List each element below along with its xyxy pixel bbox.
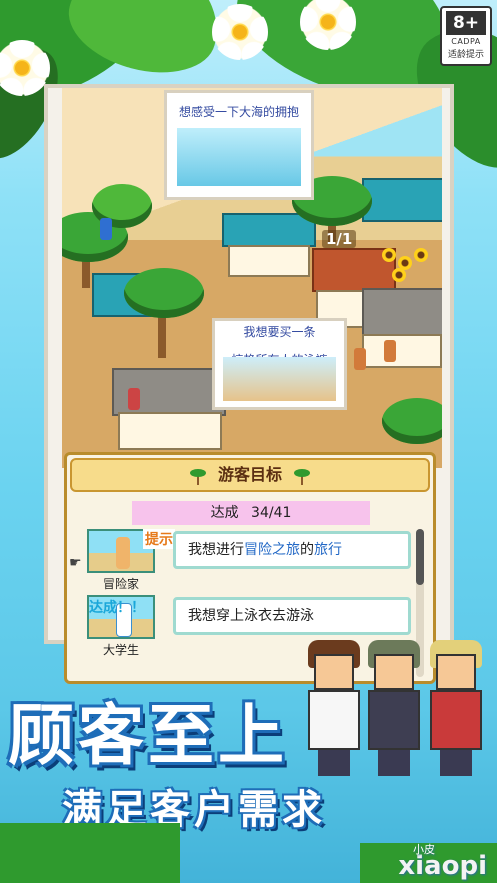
visitor-sprite[interactable] [354, 348, 366, 370]
swimming-scene-icon [177, 128, 301, 186]
sunflower-icon [382, 248, 396, 262]
watermark-small: 小皮 [413, 843, 435, 856]
palm-tree-icon [124, 268, 204, 318]
age-rating-org: CADPA [451, 37, 481, 46]
goal-text-part: 我想进行 [188, 542, 244, 558]
camel-ride-icon [223, 357, 336, 401]
character-body [430, 690, 482, 750]
pointer-hand-icon: ☛ [69, 555, 82, 571]
character-face [374, 654, 414, 690]
store-building[interactable] [118, 412, 222, 450]
visitor-type-label: 冒险家 [102, 577, 139, 591]
panel-title: 游客目标 [217, 465, 282, 484]
goal-text: 我想穿上泳衣去游泳 [173, 597, 411, 635]
character-sprite [364, 640, 424, 780]
goal-item[interactable]: 提示 冒险家 我想进行冒险之旅的旅行 [87, 529, 415, 591]
character-legs [440, 750, 472, 776]
adventurer-sprite [116, 537, 130, 569]
staff-characters [292, 640, 497, 790]
resort-map[interactable]: 想感受一下大海的拥抱 1/1 我想要买一条 惊艳所有人的泳裤 [62, 88, 442, 468]
hint-tag[interactable]: 提示 [143, 529, 175, 549]
character-sprite [304, 640, 364, 780]
shop-building[interactable] [228, 245, 310, 277]
stock-counter: 1/1 [322, 230, 357, 248]
thought-bubble-text: 想感受一下大海的拥抱 [178, 105, 299, 119]
thought-bubble-text-line1: 我想要买一条 [243, 325, 316, 339]
goal-text: 我想进行冒险之旅的旅行 [173, 531, 411, 569]
goal-text-part: 的 [300, 542, 314, 558]
stone-shop-building[interactable] [362, 334, 442, 368]
headline: 顾客至上 [8, 697, 288, 774]
goals-progress: 达成 34/41 [132, 501, 370, 525]
stone-shop-roof [362, 288, 442, 336]
goal-highlight: 冒险之旅 [244, 542, 300, 558]
palm-icon [189, 468, 206, 485]
visitor-sprite[interactable] [100, 218, 112, 240]
visitor-type-label: 大学生 [102, 643, 139, 657]
visitor-sprite[interactable] [128, 388, 140, 410]
watermark-logo: 小皮 xiaopi [398, 843, 487, 881]
visitor-thought-bubble: 我想要买一条 惊艳所有人的泳裤 [212, 318, 347, 410]
progress-value: 34/41 [251, 505, 292, 521]
watermark-main: xiaopi [398, 851, 487, 881]
age-rating-tip: 适龄提示 [447, 50, 484, 60]
sunflower-icon [392, 268, 406, 282]
character-body [308, 690, 360, 750]
visitor-sprite[interactable] [384, 340, 396, 362]
character-face [314, 654, 354, 690]
age-rating-badge: 8+ CADPA 适龄提示 [440, 6, 492, 66]
scrollbar-thumb[interactable] [416, 529, 424, 585]
achieved-tag: 达成！！ [89, 600, 145, 616]
goal-highlight: 旅行 [314, 542, 342, 558]
visitor-thought-bubble: 想感受一下大海的拥抱 [164, 90, 314, 200]
beach-hut-roof [362, 178, 442, 222]
sunflower-icon [414, 248, 428, 262]
character-face [436, 654, 476, 690]
age-rating-number: 8+ [446, 11, 486, 35]
plumeria-flower-icon [212, 4, 268, 60]
panel-header: 游客目标 [70, 458, 430, 492]
character-body [368, 690, 420, 750]
grass-decoration [0, 823, 180, 883]
palm-icon [294, 468, 311, 485]
character-sprite [426, 640, 486, 780]
bush-icon [382, 398, 442, 444]
progress-label: 达成 [210, 505, 239, 521]
character-legs [318, 750, 350, 776]
character-legs [378, 750, 410, 776]
